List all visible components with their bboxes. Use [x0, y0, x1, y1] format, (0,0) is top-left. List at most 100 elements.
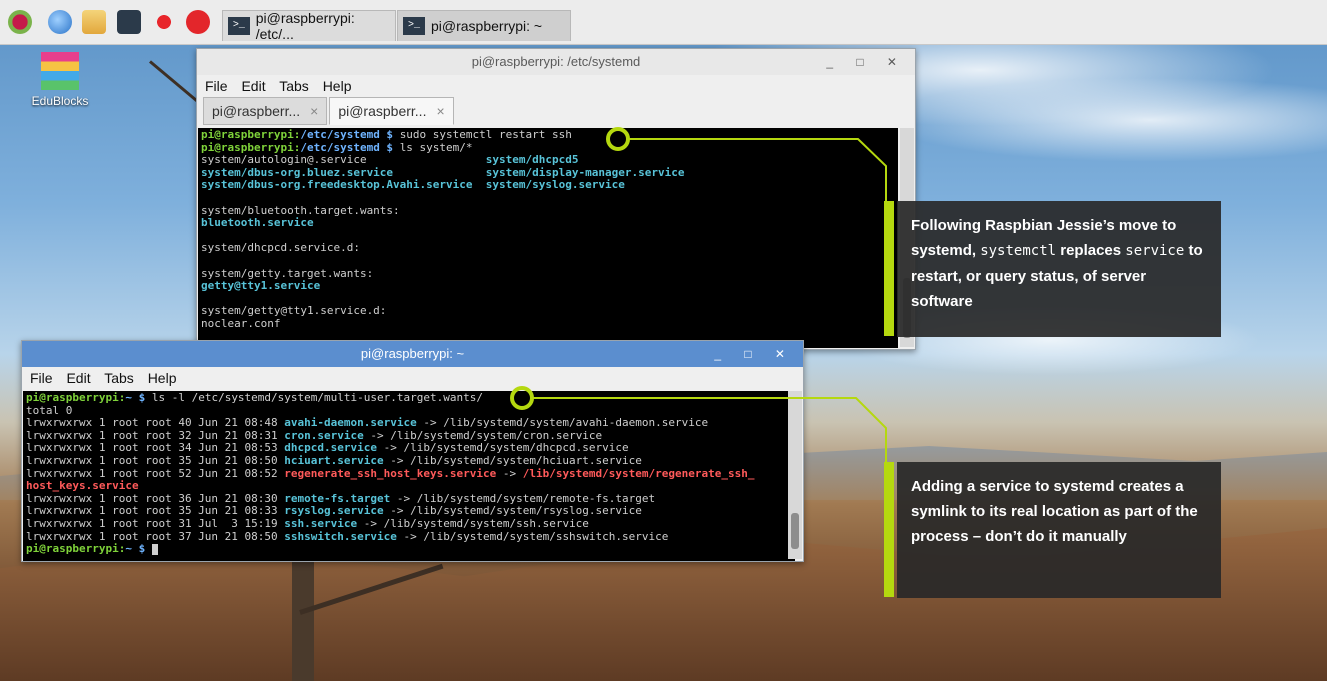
- terminal-text: pi@raspberrypi:: [26, 542, 126, 556]
- window-titlebar[interactable]: pi@raspberrypi: ~ _ □ ✕: [22, 341, 803, 367]
- callout-symlink: Adding a service to systemd creates a sy…: [897, 462, 1221, 598]
- taskbar: >_ pi@raspberrypi: /etc/... >_ pi@raspbe…: [0, 0, 1327, 45]
- terminal-text: lrwxrwxrwx 1 root root 32 Jun 21 08:31: [26, 428, 285, 442]
- terminal-text: cron.service: [284, 428, 364, 442]
- terminal-text: lrwxrwxrwx 1 root root 36 Jun 21 08:30: [26, 491, 285, 505]
- terminal-text: -> /lib/systemd/system/sshswitch.service: [396, 529, 669, 543]
- terminal-text: lrwxrwxrwx 1 root root 37 Jun 21 08:50: [26, 529, 285, 543]
- menu-file[interactable]: File: [30, 370, 53, 386]
- callout-accent-bar: [884, 462, 894, 597]
- terminal-text: remote-fs.target: [284, 491, 391, 505]
- window-controls[interactable]: _ □ ✕: [714, 341, 795, 367]
- terminal-text: system/getty.target.wants:: [201, 266, 374, 280]
- raspberry-menu-icon[interactable]: [8, 10, 32, 34]
- scrollbar-thumb[interactable]: [791, 513, 799, 549]
- wolfram-icon[interactable]: [152, 10, 176, 34]
- terminal-line: getty@tty1.service: [201, 279, 895, 293]
- terminal-text: -> /lib/systemd/system/remote-fs.target: [390, 491, 656, 505]
- terminal-output[interactable]: pi@raspberrypi:/etc/systemd $ sudo syste…: [198, 128, 898, 348]
- terminal-text: sudo systemctl restart ssh: [399, 128, 572, 141]
- terminal-text: system/autologin@.service: [201, 153, 486, 167]
- terminal-text: lrwxrwxrwx 1 root root 34 Jun 21 08:53: [26, 441, 285, 455]
- terminal-text: ls system/*: [399, 140, 473, 154]
- terminal-cursor: [151, 543, 158, 555]
- menu-edit[interactable]: Edit: [241, 78, 265, 94]
- menu-tabs[interactable]: Tabs: [279, 78, 309, 94]
- tab-label: pi@raspberr...: [338, 103, 427, 119]
- terminal-text: ssh.service: [284, 516, 358, 530]
- menu-help[interactable]: Help: [323, 78, 352, 94]
- terminal-line: system/dbus-org.freedesktop.Avahi.servic…: [201, 179, 895, 192]
- window-titlebar[interactable]: pi@raspberrypi: /etc/systemd _ □ ✕: [197, 49, 915, 75]
- taskbar-task-etc[interactable]: >_ pi@raspberrypi: /etc/...: [222, 10, 396, 42]
- terminal-icon: >_: [403, 17, 425, 35]
- terminal-text: regenerate_ssh_host_keys.service: [284, 466, 497, 480]
- callout-text: replaces: [1056, 242, 1126, 259]
- terminal-text: /lib/systemd/system/regenerate_ssh_: [522, 466, 755, 480]
- tab-bar: pi@raspberr... × pi@raspberr... ×: [197, 97, 915, 125]
- terminal-line: pi@raspberrypi:~ $ ls -l /etc/systemd/sy…: [26, 391, 792, 405]
- terminal-text: -> /lib/systemd/system/hciuart.service: [383, 453, 642, 467]
- menu-tabs[interactable]: Tabs: [104, 370, 134, 386]
- terminal-icon: >_: [228, 17, 250, 35]
- terminal-text: rsyslog.service: [284, 504, 384, 518]
- terminal-text: ~ $: [125, 542, 152, 556]
- tab-2[interactable]: pi@raspberr... ×: [329, 97, 454, 125]
- terminal-line: noclear.conf: [201, 316, 895, 331]
- terminal-text: lrwxrwxrwx 1 root root 35 Jun 21 08:33: [26, 504, 285, 518]
- terminal-icon[interactable]: [117, 10, 141, 34]
- terminal-text: lrwxrwxrwx 1 root root 31 Jul 3 15:19: [26, 516, 285, 530]
- desktop-icon-edublocks[interactable]: EduBlocks: [28, 52, 92, 108]
- window-controls[interactable]: _ □ ✕: [826, 49, 907, 75]
- terminal-text: system/dbus-org.bluez.service: [201, 165, 486, 179]
- web-browser-icon[interactable]: [48, 10, 72, 34]
- terminal-text: pi@raspberrypi:: [201, 140, 301, 154]
- tab-1[interactable]: pi@raspberr... ×: [203, 97, 328, 125]
- window-title: pi@raspberrypi: ~: [360, 346, 465, 361]
- taskbar-task-home[interactable]: >_ pi@raspberrypi: ~: [397, 10, 571, 41]
- terminal-text: sshswitch.service: [284, 529, 397, 543]
- terminal-text: /etc/systemd $: [300, 128, 400, 141]
- scrollbar[interactable]: [788, 391, 802, 559]
- terminal-text: noclear.conf: [201, 316, 281, 330]
- terminal-output[interactable]: pi@raspberrypi:~ $ ls -l /etc/systemd/sy…: [23, 391, 795, 561]
- terminal-line: system/getty@tty1.service.d:: [201, 305, 895, 318]
- menu-help[interactable]: Help: [148, 370, 177, 386]
- terminal-text: getty@tty1.service: [201, 279, 321, 293]
- terminal-text: system/dbus-org.freedesktop.Avahi.servic…: [201, 178, 486, 192]
- terminal-text: system/bluetooth.target.wants:: [201, 203, 400, 217]
- file-manager-icon[interactable]: [82, 10, 106, 34]
- menu-edit[interactable]: Edit: [66, 370, 90, 386]
- terminal-line: lrwxrwxrwx 1 root root 52 Jun 21 08:52 r…: [26, 466, 792, 481]
- tab-label: pi@raspberr...: [212, 103, 301, 119]
- terminal-text: lrwxrwxrwx 1 root root 35 Jun 21 08:50: [26, 453, 285, 467]
- scratch-icon[interactable]: [186, 10, 210, 34]
- terminal-text: system/dhcpcd5: [485, 153, 579, 167]
- callout-systemctl: Following Raspbian Jessie’s move to syst…: [897, 201, 1221, 337]
- terminal-window-home: pi@raspberrypi: ~ _ □ ✕ File Edit Tabs H…: [21, 340, 804, 562]
- close-icon[interactable]: ×: [436, 103, 444, 119]
- terminal-text: -> /lib/systemd/system/cron.service: [363, 428, 603, 442]
- callout-code: systemctl: [980, 243, 1057, 259]
- terminal-text: system/dhcpcd.service.d:: [201, 241, 360, 255]
- terminal-text: ~ $: [125, 391, 152, 404]
- terminal-text: ls -l /etc/systemd/system/multi-user.tar…: [151, 391, 483, 404]
- menu-file[interactable]: File: [205, 78, 228, 94]
- terminal-line: system/dhcpcd.service.d:: [201, 242, 895, 255]
- task-label: pi@raspberrypi: /etc/...: [255, 10, 355, 42]
- terminal-text: system/getty@tty1.service.d:: [201, 304, 387, 318]
- terminal-text: pi@raspberrypi:: [201, 128, 301, 141]
- terminal-text: -> /lib/systemd/system/avahi-daemon.serv…: [416, 416, 709, 430]
- menu-bar: File Edit Tabs Help: [22, 367, 803, 389]
- close-icon[interactable]: ×: [310, 103, 318, 119]
- terminal-text: dhcpcd.service: [284, 441, 377, 455]
- window-title: pi@raspberrypi: /etc/systemd: [471, 54, 641, 69]
- terminal-text: total 0: [26, 403, 73, 417]
- edublocks-icon: [41, 52, 79, 90]
- terminal-text: avahi-daemon.service: [284, 416, 417, 430]
- desktop-icon-label: EduBlocks: [31, 94, 89, 108]
